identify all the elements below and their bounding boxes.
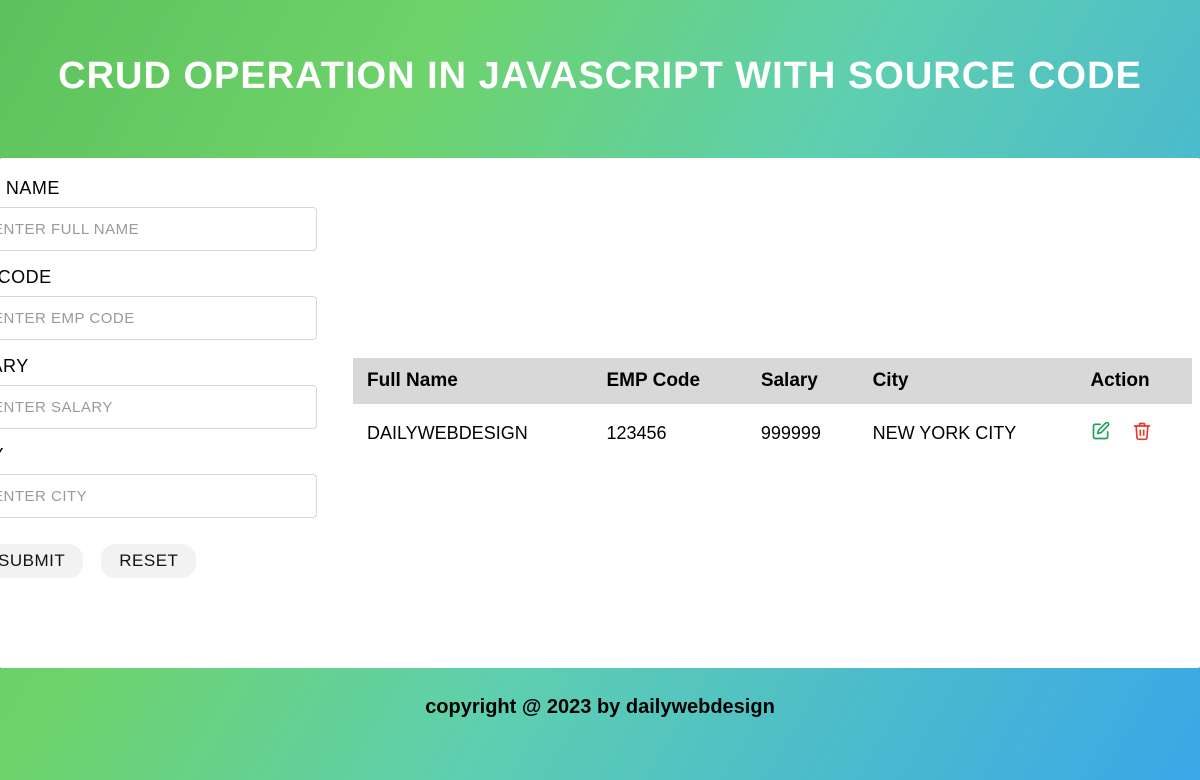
th-city: City (859, 358, 1077, 404)
page-title: CRUD OPERATION IN JAVASCRIPT WITH SOURCE… (20, 55, 1180, 98)
label-full-name: LL NAME (0, 178, 317, 199)
label-city: TY (0, 445, 317, 466)
employee-table-container: Full Name EMP Code Salary City Action DA… (335, 178, 1200, 462)
edit-button[interactable] (1090, 420, 1112, 442)
cell-salary: 999999 (747, 404, 859, 462)
field-city: TY (0, 445, 317, 518)
field-emp-code: P CODE (0, 267, 317, 340)
input-emp-code[interactable] (0, 296, 317, 340)
input-full-name[interactable] (0, 207, 317, 251)
input-city[interactable] (0, 474, 317, 518)
label-salary: LARY (0, 356, 317, 377)
delete-button[interactable] (1131, 420, 1153, 442)
cell-emp-code: 123456 (592, 404, 746, 462)
th-full-name: Full Name (353, 358, 592, 404)
reset-button[interactable]: RESET (101, 544, 196, 578)
edit-icon (1091, 421, 1111, 441)
input-salary[interactable] (0, 385, 317, 429)
cell-action (1076, 404, 1192, 462)
page-header: CRUD OPERATION IN JAVASCRIPT WITH SOURCE… (0, 0, 1200, 158)
th-action: Action (1076, 358, 1192, 404)
trash-icon (1132, 421, 1152, 441)
field-full-name: LL NAME (0, 178, 317, 251)
submit-button[interactable]: SUBMIT (0, 544, 83, 578)
cell-full-name: DAILYWEBDESIGN (353, 404, 592, 462)
footer-text: copyright @ 2023 by dailywebdesign (425, 696, 775, 718)
th-salary: Salary (747, 358, 859, 404)
label-emp-code: P CODE (0, 267, 317, 288)
form-button-row: SUBMIT RESET (0, 544, 317, 578)
field-salary: LARY (0, 356, 317, 429)
th-emp-code: EMP Code (592, 358, 746, 404)
employee-table: Full Name EMP Code Salary City Action DA… (353, 358, 1192, 462)
employee-form: LL NAME P CODE LARY TY SUBMIT RESET (0, 178, 335, 578)
table-row: DAILYWEBDESIGN 123456 999999 NEW YORK CI… (353, 404, 1192, 462)
page-footer: copyright @ 2023 by dailywebdesign (0, 668, 1200, 719)
cell-city: NEW YORK CITY (859, 404, 1077, 462)
table-header-row: Full Name EMP Code Salary City Action (353, 358, 1192, 404)
main-panel: LL NAME P CODE LARY TY SUBMIT RESET Full… (0, 158, 1200, 668)
